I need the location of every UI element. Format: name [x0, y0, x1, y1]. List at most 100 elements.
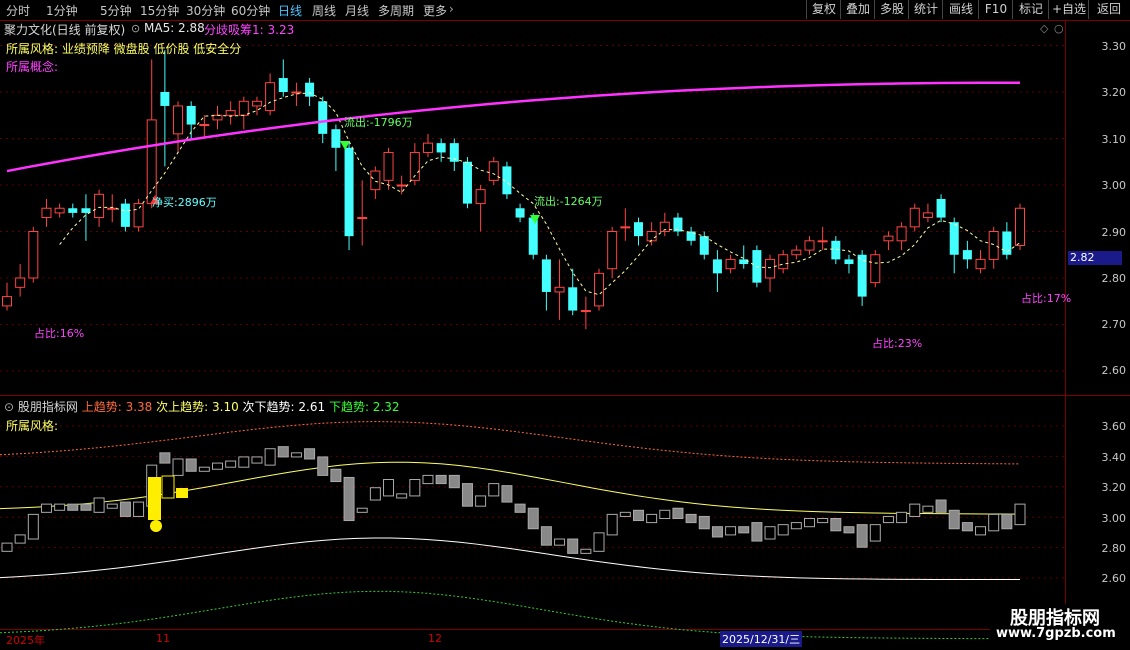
candle-body: [712, 259, 722, 274]
signal-bar: [161, 475, 175, 499]
down-trend-label: 下趋势: 2.32: [328, 400, 400, 414]
ratio-annotation: 占比:16%: [34, 327, 85, 340]
candle-body: [370, 170, 381, 191]
sub-y-label: 2.80: [1101, 542, 1127, 555]
candle-body: [515, 208, 525, 218]
y-label: 2.80: [1101, 272, 1127, 285]
sub-candle: [659, 509, 671, 519]
sub-candle: [27, 513, 39, 540]
sub-candle: [133, 501, 145, 517]
sub-candle: [422, 474, 434, 485]
sub-candle: [383, 479, 395, 497]
y-label: 2.60: [1101, 364, 1127, 377]
candle-body: [357, 217, 368, 220]
sub-candle: [935, 499, 947, 513]
sub-candle: [80, 503, 92, 511]
stock-title: 聚力文化(日线 前复权): [4, 23, 126, 37]
sub-candle: [67, 503, 79, 511]
candle-body: [186, 105, 196, 125]
candle-body: [949, 222, 959, 255]
ma5-label: MA5: 2.88: [144, 21, 205, 35]
current-price-tag: 2.82: [1068, 251, 1122, 265]
sub-candle: [1014, 503, 1026, 526]
sub-y-label: 3.60: [1101, 420, 1127, 433]
signal-bar: [148, 477, 161, 520]
candle-body: [291, 91, 302, 94]
candle-body: [344, 147, 354, 237]
sub-candle: [725, 526, 737, 536]
sub-candle: [882, 515, 894, 524]
sub-candle: [225, 460, 237, 468]
candle-body: [94, 193, 105, 219]
sub-candle: [593, 532, 605, 552]
candle-body: [133, 203, 144, 228]
sub-candle: [738, 526, 750, 534]
sub-candle: [514, 503, 526, 513]
x-label: 11: [156, 632, 170, 645]
candle-body: [554, 286, 565, 293]
sub-candle: [948, 509, 960, 530]
ratio-annotation: 占比:23%: [872, 337, 923, 350]
sub-candle: [751, 522, 763, 542]
circle-icon[interactable]: ○: [1054, 22, 1064, 35]
candle-body: [68, 208, 78, 213]
sub-indicator-header: ⊙ 股朋指标网 上趋势: 3.38 次上趋势: 3.10 次下趋势: 2.61 …: [4, 398, 400, 415]
sub-candle: [54, 503, 66, 511]
sub-candle: [698, 515, 710, 530]
y-label: 3.00: [1101, 179, 1127, 192]
sub-candle: [369, 487, 381, 501]
candle-body: [528, 217, 538, 255]
up-trend-label: 上趋势: 3.38: [81, 400, 153, 414]
sub-candle: [843, 526, 855, 534]
y-label: 3.20: [1101, 86, 1127, 99]
candle-body: [396, 184, 407, 187]
candle-body: [2, 296, 12, 307]
sub-candle: [185, 458, 197, 472]
sub-up-trend-label: 次上趋势: 3.10: [156, 400, 239, 414]
sub-candle: [1001, 513, 1013, 530]
candle-body: [422, 142, 433, 153]
candle-body: [568, 287, 578, 311]
signal-bar: [176, 488, 188, 498]
sub-candle: [198, 466, 210, 472]
sub-candle: [711, 526, 723, 538]
watermark-url: www.7gpzb.com: [996, 626, 1116, 641]
sub-candle: [988, 513, 1000, 532]
sub-down-trend-label: 次下趋势: 2.61: [242, 400, 326, 414]
candle-body: [870, 254, 881, 284]
fqxc-line: [6, 81, 1021, 173]
sub-candle: [777, 524, 789, 536]
y-label: 2.90: [1101, 226, 1127, 239]
sub-candle: [488, 483, 500, 497]
price-chart[interactable]: [0, 0, 1130, 650]
sub-candle: [172, 458, 184, 476]
sub-candle: [896, 511, 908, 524]
x-label: 2025年: [6, 634, 45, 647]
sub-candle: [527, 507, 539, 530]
sub-candle: [804, 517, 816, 528]
candle-body: [607, 231, 618, 270]
smiley-icon: [150, 520, 162, 532]
concept-line: 所属概念:: [6, 60, 59, 74]
candle-body: [225, 110, 236, 116]
settings-icon[interactable]: ⊙: [131, 22, 140, 35]
y-label: 3.30: [1101, 40, 1127, 53]
candle-body: [28, 231, 39, 279]
settings-icon[interactable]: ⊙: [4, 400, 14, 414]
candle-body: [146, 119, 157, 205]
sub-candle: [501, 485, 513, 503]
candle-body: [765, 258, 776, 279]
down-trend-line: [0, 590, 1021, 640]
sub-candle: [317, 456, 329, 476]
ratio-annotation: 占比:17%: [1021, 292, 1072, 305]
candle-body: [475, 189, 486, 205]
sub-indicator: [0, 421, 1026, 640]
sub-candle: [251, 456, 263, 464]
net-buy-annotation: 净买:2896万: [152, 196, 217, 209]
diamond-icon[interactable]: ◇: [1040, 22, 1048, 35]
sub-candle: [580, 548, 592, 554]
sub-candle: [685, 513, 697, 524]
candle-body: [580, 310, 591, 313]
candle-body: [41, 207, 52, 219]
cursor-date: 2025/12/31/三: [720, 631, 803, 647]
